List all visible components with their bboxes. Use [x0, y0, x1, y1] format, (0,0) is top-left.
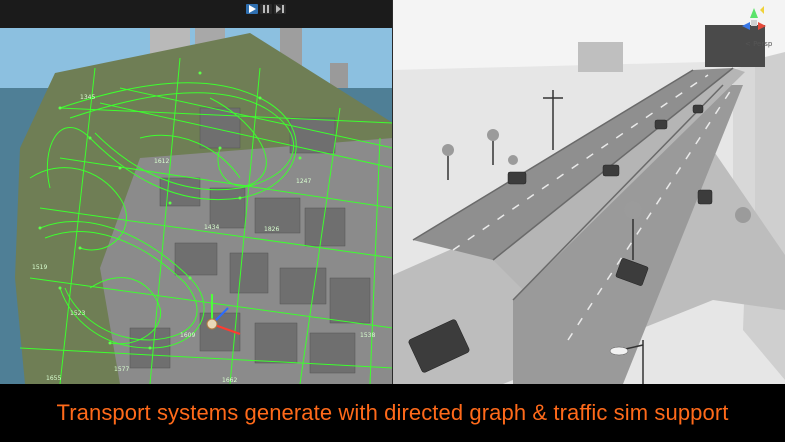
graph-node-label: 1826 [264, 226, 280, 233]
pause-button[interactable] [260, 4, 272, 14]
step-button[interactable] [274, 4, 286, 14]
caption-bar: Transport systems generate with directed… [0, 384, 785, 442]
graph-node-label: 1345 [80, 94, 96, 101]
graph-node-label: 1538 [360, 332, 376, 339]
graph-node-label: 1609 [180, 332, 196, 339]
pause-icon [263, 5, 269, 13]
scene-view[interactable]: 1655 1662 1577 1434 1826 1523 1345 1247 … [0, 28, 393, 384]
caption-text: Transport systems generate with directed… [56, 400, 729, 425]
game-view[interactable]: < Persp [393, 0, 785, 384]
orientation-gizmo-icon[interactable] [734, 4, 774, 40]
graph-node-label: 1662 [222, 377, 238, 384]
graph-node-label: 1655 [46, 375, 62, 382]
graph-node-label: 1612 [154, 158, 170, 165]
graph-node-label: 1434 [204, 224, 220, 231]
graph-node-label: 1523 [70, 310, 86, 317]
scene-view-canvas [0, 28, 393, 384]
projection-label[interactable]: < Persp [745, 40, 772, 48]
play-icon [249, 5, 256, 13]
play-button[interactable] [246, 4, 258, 14]
play-controls [246, 4, 286, 14]
editor-toolbar [0, 0, 393, 29]
graph-node-label: 1247 [296, 178, 312, 185]
graph-node-label: 1519 [32, 264, 48, 271]
game-view-canvas [393, 0, 785, 384]
graph-node-label: 1577 [114, 366, 130, 373]
step-icon [276, 5, 284, 13]
